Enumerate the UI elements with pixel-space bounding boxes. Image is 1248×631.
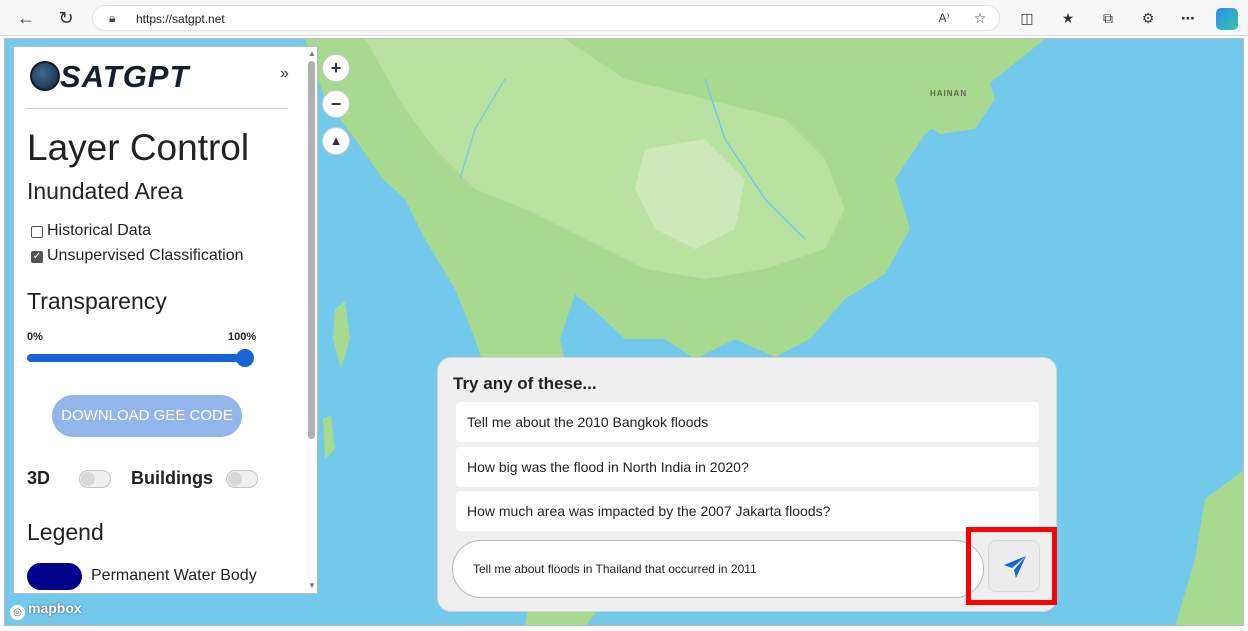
favorites-icon[interactable]: ★ xyxy=(1058,8,1078,28)
split-screen-icon[interactable]: ◫ xyxy=(1017,8,1037,28)
section-title-inundated: Inundated Area xyxy=(27,178,184,204)
slider-fill xyxy=(27,354,245,362)
toggle-knob xyxy=(228,472,242,486)
reload-icon[interactable]: ↻ xyxy=(54,6,78,30)
favorite-star-icon[interactable]: ☆ xyxy=(970,8,990,28)
back-icon[interactable]: ← xyxy=(14,6,38,30)
place-label-hainan: HAINAN xyxy=(930,89,968,98)
scroll-down-icon[interactable]: ▼ xyxy=(308,581,316,590)
download-gee-code-button[interactable]: DOWNLOAD GEE CODE xyxy=(52,395,242,437)
toggle-knob xyxy=(81,472,95,486)
lock-icon: 🔒︎ xyxy=(109,11,116,25)
layer-label: Unsupervised Classification xyxy=(47,247,244,264)
scroll-up-icon[interactable]: ▲ xyxy=(308,49,316,58)
extensions-icon[interactable]: ⚙ xyxy=(1138,8,1158,28)
zoom-out-button[interactable]: − xyxy=(322,90,350,118)
mapbox-logo[interactable]: ◎ mapbox xyxy=(10,600,82,620)
suggestion-item[interactable]: Tell me about the 2010 Bangkok floods xyxy=(456,402,1039,442)
transparency-slider[interactable] xyxy=(27,349,254,367)
highlight-box xyxy=(966,527,1057,605)
checkbox[interactable]: ✓ xyxy=(31,251,43,263)
copilot-icon[interactable] xyxy=(1216,8,1238,30)
collections-icon[interactable]: ⧉ xyxy=(1098,8,1118,28)
url-text: https://satgpt.net xyxy=(136,12,225,26)
compass-icon[interactable]: ▲ xyxy=(322,127,350,155)
panel-title: Layer Control xyxy=(27,127,250,168)
collapse-panel-button[interactable]: » xyxy=(280,65,289,83)
layer-control-panel: SATGPT » Layer Control Inundated Area Hi… xyxy=(13,46,318,594)
suggestion-item[interactable]: How much area was impacted by the 2007 J… xyxy=(456,491,1039,531)
layer-label: Historical Data xyxy=(47,222,152,239)
read-aloud-icon[interactable]: A⁾ xyxy=(934,8,954,28)
more-menu-icon[interactable]: ⋯ xyxy=(1178,8,1198,28)
scroll-thumb[interactable] xyxy=(308,61,315,439)
section-title-transparency: Transparency xyxy=(27,288,167,314)
chat-panel: Try any of these... Tell me about the 20… xyxy=(437,357,1057,612)
suggestion-item[interactable]: How big was the flood in North India in … xyxy=(456,447,1039,487)
chat-input[interactable]: Tell me about floods in Thailand that oc… xyxy=(452,540,984,598)
satgpt-logo: SATGPT xyxy=(30,59,262,97)
mapbox-icon: ◎ xyxy=(10,605,25,620)
legend-label: Permanent Water Body xyxy=(91,567,257,584)
zoom-in-button[interactable]: + xyxy=(322,54,350,82)
section-title-legend: Legend xyxy=(27,519,104,545)
legend-swatch-permanent-water xyxy=(27,563,82,590)
mapbox-text: mapbox xyxy=(28,600,82,616)
toggle-buildings-label: Buildings xyxy=(131,468,213,488)
suggestions-title: Try any of these... xyxy=(453,374,597,393)
slider-thumb[interactable] xyxy=(236,349,254,367)
slider-min-label: 0% xyxy=(27,331,43,343)
toggle-buildings[interactable] xyxy=(226,470,258,488)
toggle-3d[interactable] xyxy=(79,470,111,488)
checkbox[interactable] xyxy=(31,226,43,238)
address-bar[interactable]: 🔒︎ https://satgpt.net xyxy=(92,5,1000,31)
toggle-3d-label: 3D xyxy=(27,468,51,488)
logo-text: SATGPT xyxy=(60,59,190,94)
divider xyxy=(26,108,288,109)
browser-toolbar: ← ↻ 🔒︎ https://satgpt.net A⁾ ☆ ◫ ★ ⧉ ⚙ ⋯ xyxy=(0,0,1248,36)
globe-icon xyxy=(30,61,60,91)
slider-max-label: 100% xyxy=(228,331,257,343)
panel-scrollbar[interactable]: ▲ ▼ xyxy=(305,47,317,593)
